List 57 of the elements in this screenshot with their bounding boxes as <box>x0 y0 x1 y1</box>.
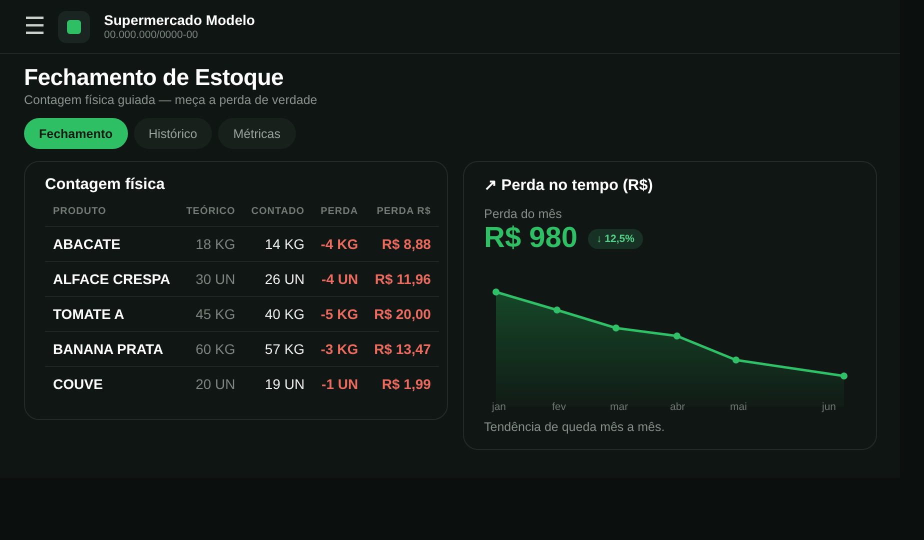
store-logo-icon <box>58 10 90 42</box>
month-label: fev <box>552 401 566 413</box>
menu-icon[interactable]: ☰ <box>24 14 46 38</box>
table-cell: COUVE <box>45 366 178 401</box>
trend-point <box>612 324 620 332</box>
table-cell: R$ 13,47 <box>366 332 439 366</box>
table-cell: -3 KG <box>312 332 366 366</box>
store-name: Supermercado Modelo <box>104 12 255 28</box>
column-header: PERDA R$ <box>366 206 439 226</box>
trend-point <box>840 372 848 380</box>
table-cell: -5 KG <box>312 296 366 332</box>
month-label: jun <box>822 401 836 413</box>
page-subtitle: Contagem física guiada — meça a perda de verdade <box>24 93 318 107</box>
table-cell: 60 KG <box>178 332 244 366</box>
trend-point <box>492 288 500 296</box>
table-cell: 14 KG <box>243 226 313 262</box>
table-cell: 40 KG <box>243 296 313 332</box>
table-cell: R$ 11,96 <box>366 262 439 296</box>
card-title: Contagem física <box>45 176 166 194</box>
table-cell: TOMATE A <box>45 296 178 332</box>
table-cell: R$ 20,00 <box>366 296 439 332</box>
table-cell: 26 UN <box>243 262 313 296</box>
table-cell: 19 UN <box>243 366 313 401</box>
month-label: mai <box>730 401 747 413</box>
column-header: PRODUTO <box>45 206 178 226</box>
column-header: PERDA <box>312 206 366 226</box>
table-cell: -4 KG <box>312 226 366 262</box>
table-cell: ALFACE CRESPA <box>45 262 178 296</box>
table-cell: 30 UN <box>178 262 244 296</box>
table-cell: 45 KG <box>178 296 244 332</box>
change-badge: ↓ 12,5% <box>588 228 644 248</box>
card-title: ↗ Perda no tempo (R$) <box>484 176 654 195</box>
tab[interactable]: Fechamento <box>24 118 128 149</box>
chart-note: Tendência de queda mês a mês. <box>484 420 666 434</box>
table-cell: BANANA PRATA <box>45 332 178 366</box>
column-header: TEÓRICO <box>178 206 244 226</box>
metric-label: Perda do mês <box>484 207 563 221</box>
table-cell: 20 UN <box>178 366 244 401</box>
trend-point <box>732 356 740 364</box>
column-header: CONTADO <box>243 206 313 226</box>
month-label: mar <box>610 401 628 413</box>
table-cell: 18 KG <box>178 226 244 262</box>
table-cell: R$ 8,88 <box>366 226 439 262</box>
page-title: Fechamento de Estoque <box>24 64 285 91</box>
trend-point <box>554 306 560 314</box>
tab[interactable]: Métricas <box>218 118 296 149</box>
month-label: jan <box>492 401 506 413</box>
tab[interactable]: Histórico <box>134 118 212 149</box>
metric-value: R$ 980 <box>484 222 578 255</box>
store-id: 00.000.000/0000-00 <box>104 29 200 41</box>
table-cell: R$ 1,99 <box>366 366 439 401</box>
table-cell: -4 UN <box>312 262 366 296</box>
table-cell: 57 KG <box>243 332 313 366</box>
trend-point <box>674 332 680 340</box>
month-label: abr <box>670 401 686 413</box>
table-cell: -1 UN <box>312 366 366 401</box>
table-cell: ABACATE <box>45 226 178 262</box>
